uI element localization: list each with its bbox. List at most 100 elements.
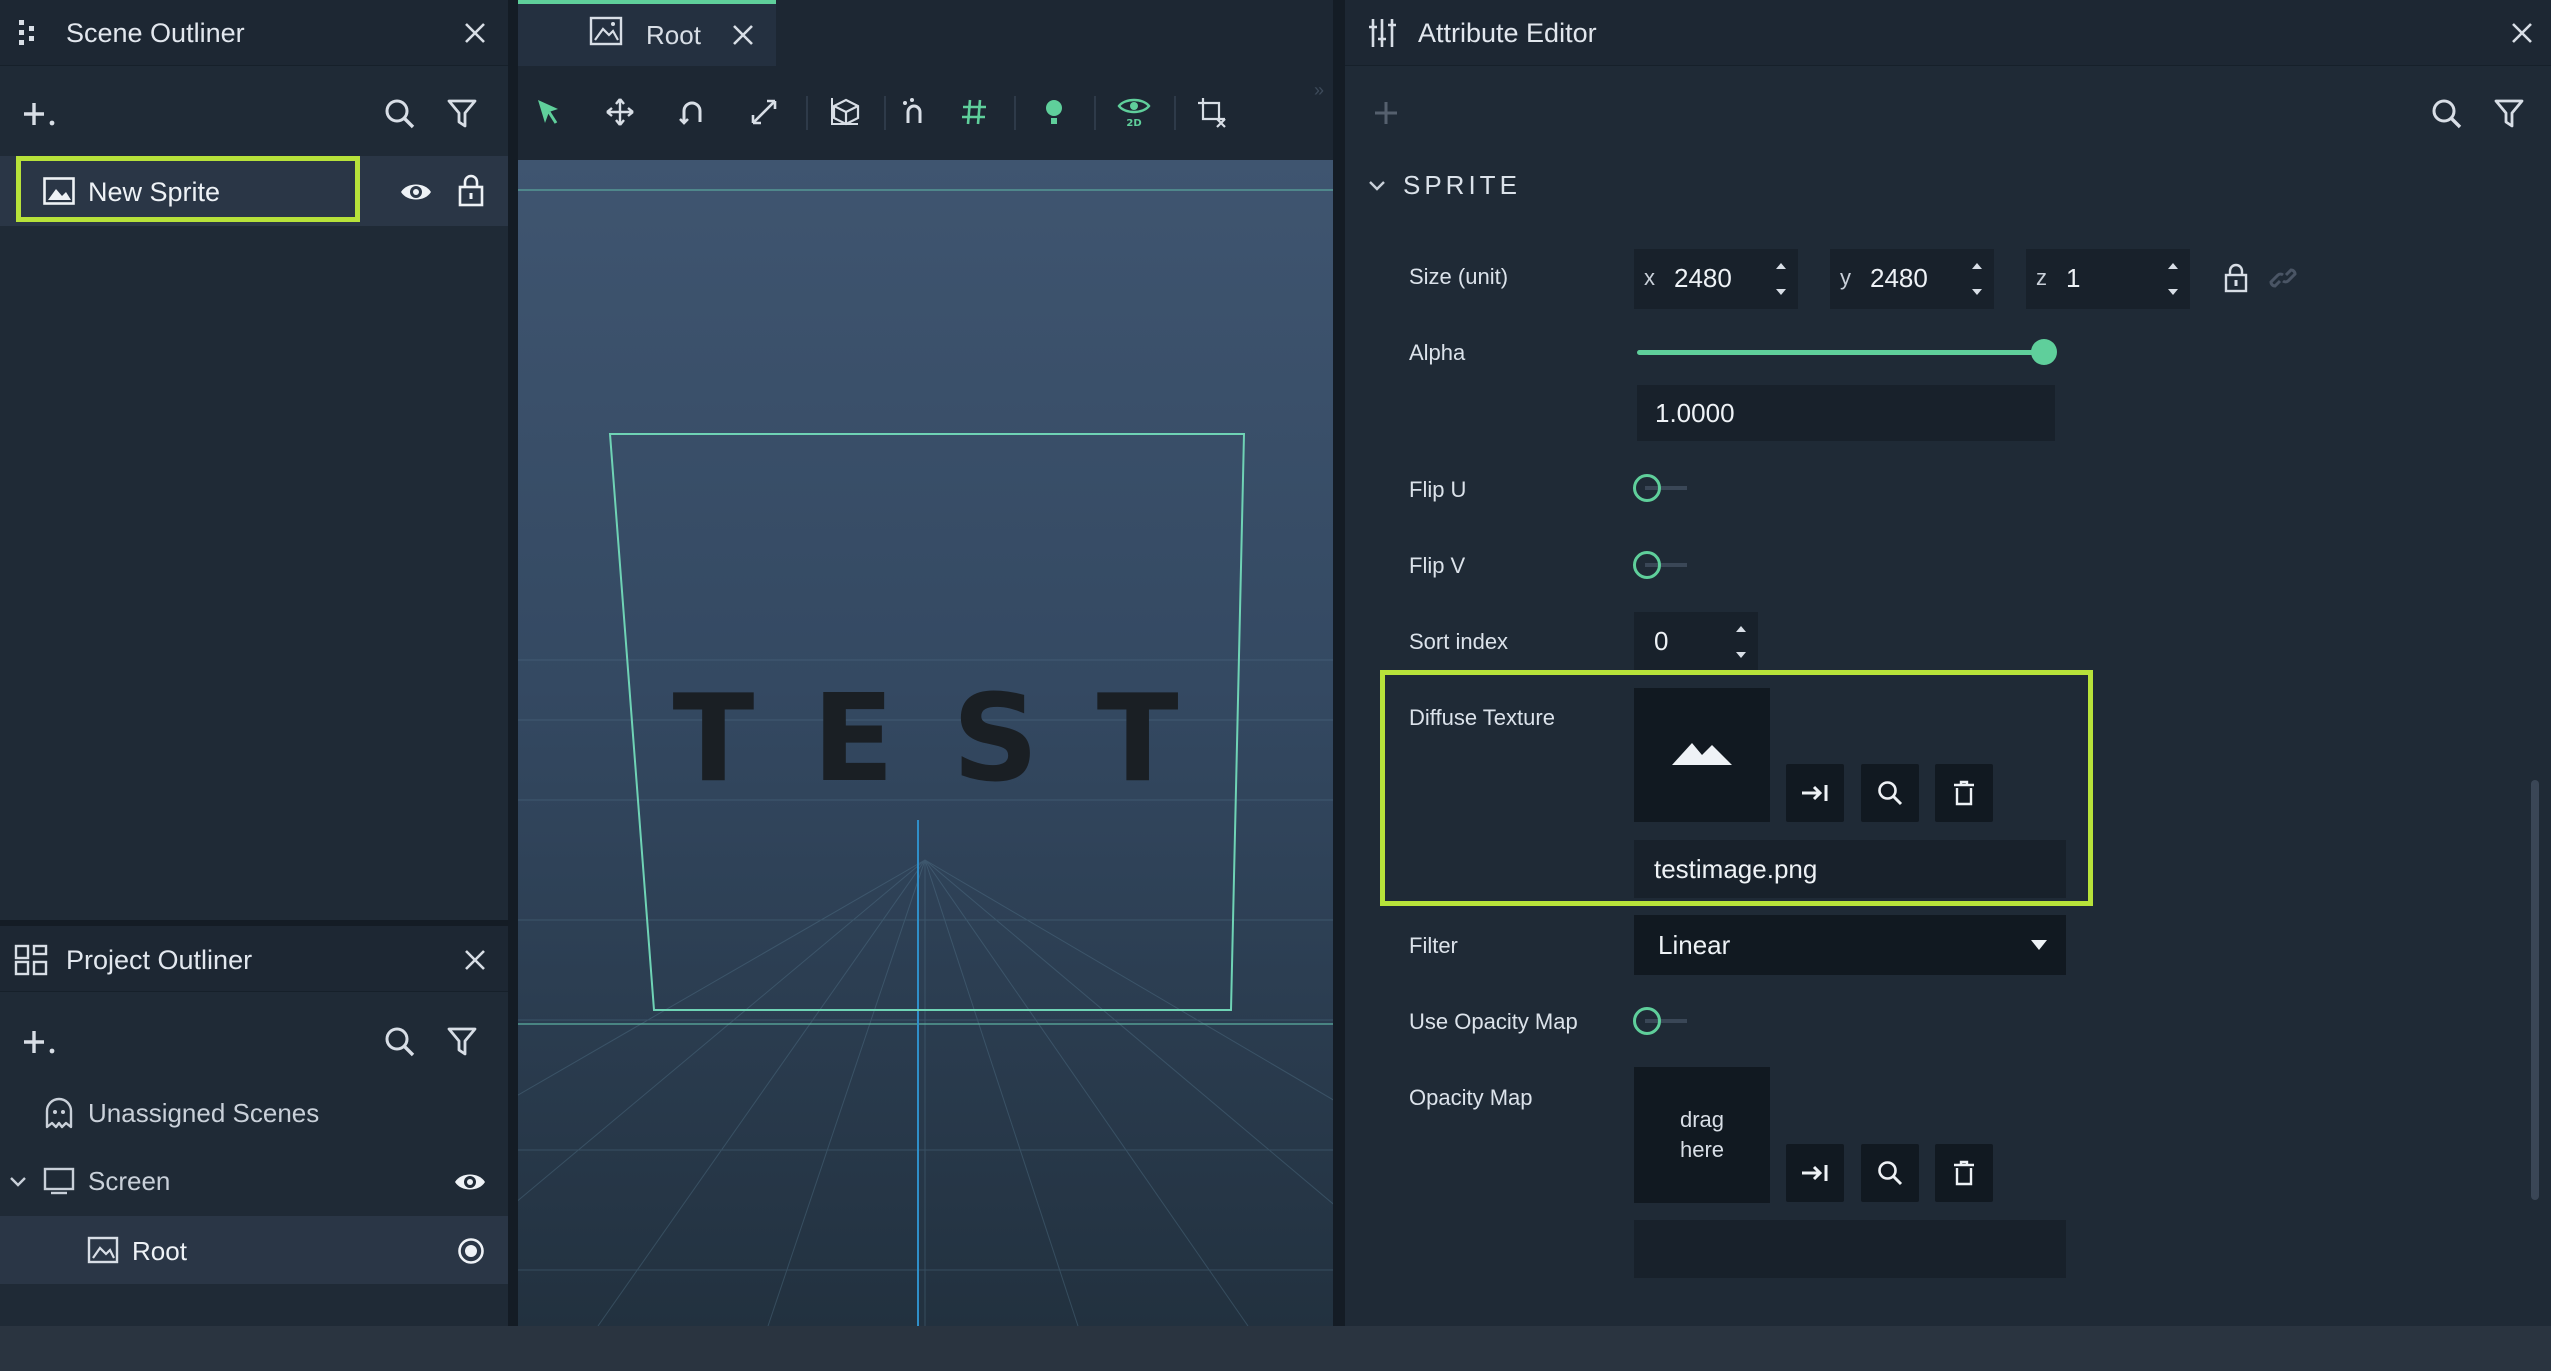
project-outliner-panel: Project Outliner Unassigned Scenes Scree… (0, 926, 508, 1326)
image-icon (42, 176, 76, 206)
hierarchy-icon (14, 944, 48, 976)
filter-select[interactable]: Linear (1634, 915, 2066, 975)
scale-icon[interactable] (744, 92, 784, 132)
size-y-field[interactable]: y 2480 (1830, 249, 1994, 309)
list-item-label: Root (132, 1236, 187, 1266)
toolbar-divider (1094, 96, 1096, 130)
move-icon[interactable] (600, 92, 640, 132)
browse-button[interactable] (1861, 1144, 1919, 1202)
list-item[interactable]: Root (0, 1216, 508, 1284)
stepper-icon[interactable] (2162, 253, 2184, 305)
snap-icon[interactable] (894, 92, 934, 132)
alpha-slider-track[interactable] (1637, 350, 2045, 355)
list-item-label: New Sprite (88, 177, 221, 207)
diffuse-texture-thumbnail[interactable] (1634, 688, 1770, 822)
sliders-icon (1367, 16, 1401, 50)
size-x-value[interactable]: 2480 (1674, 263, 1732, 294)
close-icon[interactable] (728, 20, 758, 50)
sort-index-value[interactable]: 0 (1654, 626, 1668, 657)
delete-button[interactable] (1935, 764, 1993, 822)
search-icon[interactable] (382, 1024, 418, 1060)
grid-icon[interactable] (954, 92, 994, 132)
radio-selected-icon[interactable] (456, 1236, 486, 1266)
overflow-icon[interactable]: » (1314, 80, 1324, 101)
flip-u-toggle[interactable] (1633, 474, 1661, 502)
ghost-icon (42, 1096, 76, 1130)
dropdown-arrow-icon (2028, 935, 2050, 955)
alpha-value[interactable]: 1.0000 (1655, 398, 1735, 429)
lock-icon[interactable] (456, 172, 486, 208)
view-2d-icon[interactable]: 2D (1110, 90, 1158, 134)
attribute-editor-header: Attribute Editor (1345, 0, 2551, 66)
viewport-canvas[interactable]: TEST (518, 160, 1333, 1326)
opacity-map-dropzone[interactable]: drag here (1634, 1067, 1770, 1203)
assign-icon (1786, 764, 1844, 822)
vertical-splitter[interactable] (508, 0, 518, 1326)
tab-label: Root (646, 20, 701, 50)
diffuse-texture-file-field[interactable]: testimage.png (1634, 840, 2066, 898)
size-z-field[interactable]: z 1 (2026, 249, 2190, 309)
add-icon[interactable] (1369, 96, 1403, 130)
eye-icon[interactable] (398, 176, 434, 208)
flip-v-toggle[interactable] (1633, 551, 1661, 579)
filter-icon[interactable] (444, 1024, 480, 1060)
alpha-slider-handle[interactable] (2031, 339, 2057, 365)
assign-button[interactable] (1786, 1144, 1844, 1202)
filter-icon[interactable] (2491, 96, 2527, 132)
size-z-value[interactable]: 1 (2066, 263, 2080, 294)
opacity-map-file-field[interactable] (1634, 1220, 2066, 1278)
cube-view-icon[interactable] (824, 90, 868, 134)
alpha-input[interactable]: 1.0000 (1637, 385, 2055, 441)
close-icon[interactable] (460, 945, 490, 975)
mountain-icon (1670, 732, 1734, 772)
scene-outliner-panel: Scene Outliner New Sprite (0, 0, 508, 926)
light-icon[interactable] (1034, 92, 1074, 132)
search-icon[interactable] (382, 96, 418, 132)
link-icon[interactable] (2267, 262, 2299, 294)
size-y-value[interactable]: 2480 (1870, 263, 1928, 294)
chevron-down-icon[interactable] (1365, 176, 1389, 196)
project-outliner-header: Project Outliner (0, 926, 508, 992)
flip-v-label: Flip V (1409, 553, 1466, 578)
vertical-splitter[interactable] (1333, 0, 1345, 1326)
alpha-label: Alpha (1409, 340, 1466, 365)
list-item[interactable]: Screen (0, 1148, 508, 1214)
stepper-icon[interactable] (1966, 253, 1988, 305)
scene-text: TEST (672, 670, 1237, 809)
browse-button[interactable] (1861, 764, 1919, 822)
project-outliner-title: Project Outliner (66, 945, 253, 975)
stepper-icon[interactable] (1730, 616, 1752, 668)
size-z-label: z (2036, 265, 2047, 290)
search-icon[interactable] (2429, 96, 2465, 132)
add-icon[interactable] (20, 96, 60, 132)
close-icon[interactable] (460, 18, 490, 48)
toolbar-divider (1174, 96, 1176, 130)
assign-button[interactable] (1786, 764, 1844, 822)
lock-icon[interactable] (2221, 260, 2251, 296)
image-icon (588, 14, 624, 48)
add-icon[interactable] (20, 1024, 60, 1060)
size-y-label: y (1840, 265, 1851, 290)
chevron-down-icon[interactable] (6, 1172, 30, 1192)
assign-icon (1786, 1144, 1844, 1202)
scrollbar-thumb[interactable] (2531, 780, 2539, 1200)
list-item[interactable]: New Sprite (0, 156, 508, 226)
list-item[interactable]: Unassigned Scenes (0, 1080, 508, 1146)
use-opacity-map-toggle[interactable] (1633, 1007, 1661, 1035)
filter-label: Filter (1409, 933, 1458, 958)
size-x-field[interactable]: x 2480 (1634, 249, 1798, 309)
delete-button[interactable] (1935, 1144, 1993, 1202)
eye-icon[interactable] (452, 1168, 488, 1196)
rotate-icon[interactable] (672, 92, 712, 132)
filter-icon[interactable] (444, 96, 480, 132)
close-icon[interactable] (2507, 18, 2537, 48)
use-opacity-map-label: Use Opacity Map (1409, 1009, 1578, 1034)
stepper-icon[interactable] (1770, 253, 1792, 305)
status-bar (0, 1326, 2551, 1371)
tab-root[interactable]: Root (518, 0, 776, 66)
sort-index-field[interactable]: 0 (1634, 612, 1758, 672)
toolbar-divider (806, 96, 808, 130)
crop-icon[interactable] (1190, 90, 1234, 134)
select-icon[interactable] (528, 92, 568, 132)
opacity-map-label: Opacity Map (1409, 1085, 1533, 1110)
